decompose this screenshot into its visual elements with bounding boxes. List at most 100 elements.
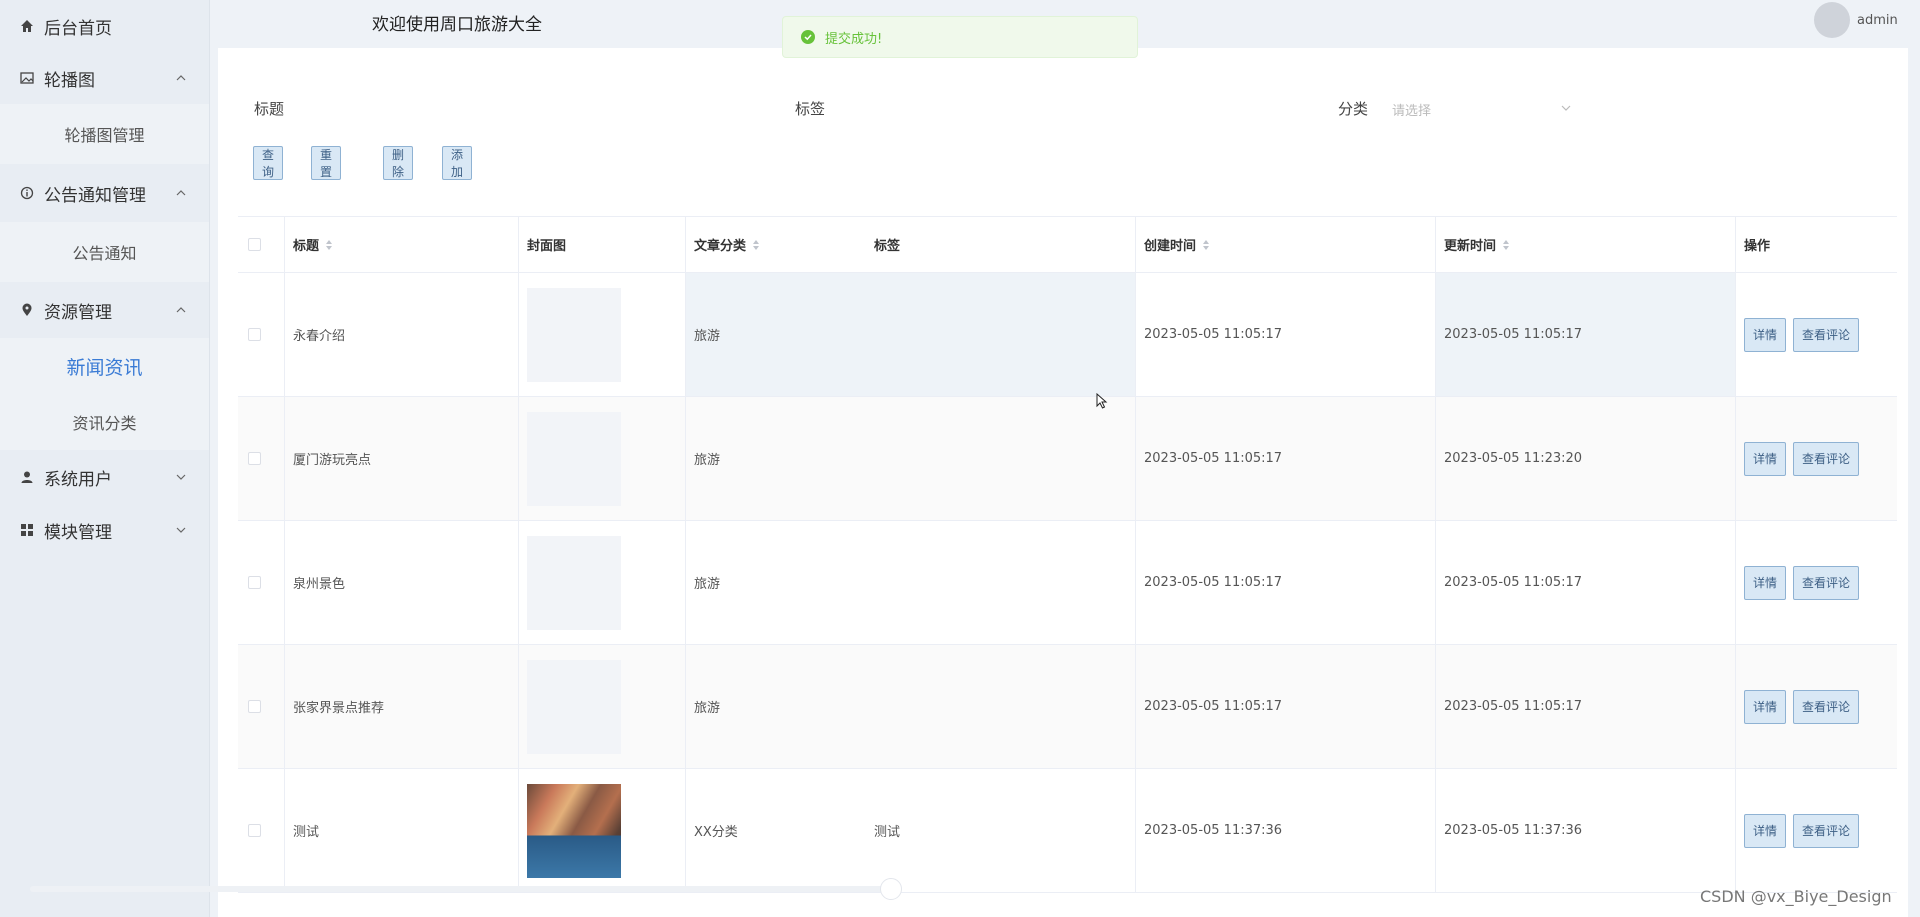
tag-filter-label: 标签: [795, 100, 826, 118]
view-comments-button[interactable]: 查看评论: [1793, 565, 1860, 600]
table-row[interactable]: 厦门游玩亮点 旅游 2023-05-05 11:05:17 2023-05-05 11…: [238, 397, 1897, 521]
table-row[interactable]: 测试 XX分类 测试 2023-05-05 11:37:36 2023-05-05 11…: [238, 769, 1897, 893]
cover-image: [527, 287, 621, 382]
cell-updated: 2023-05-05 11:37:36: [1436, 769, 1736, 892]
query-button[interactable]: 查询: [253, 146, 284, 180]
detail-button[interactable]: 详情: [1744, 441, 1787, 476]
cell-created: 2023-05-05 11:05:17: [1136, 521, 1436, 644]
cell-cover: [519, 397, 686, 520]
category-filter-label: 分类: [1338, 100, 1369, 118]
cell-cover: [519, 645, 686, 768]
chevron-down-icon: [176, 527, 186, 533]
sidebar-item-news-category[interactable]: 资讯分类: [0, 394, 209, 450]
chevron-down-icon[interactable]: [1560, 102, 1572, 114]
cell-category: 旅游: [694, 701, 721, 716]
cell-updated: 2023-05-05 11:23:20: [1436, 397, 1736, 520]
sidebar-item-home[interactable]: 后台首页: [0, 0, 209, 52]
row-checkbox[interactable]: [248, 576, 261, 589]
info-icon: [20, 186, 34, 200]
col-cover: 封面图: [519, 217, 686, 272]
user-name[interactable]: admin: [1857, 13, 1898, 28]
cell-title: 厦门游玩亮点: [285, 397, 519, 520]
reset-button[interactable]: 重置: [311, 146, 342, 180]
detail-button[interactable]: 详情: [1744, 317, 1787, 352]
cell-cover: [519, 521, 686, 644]
row-select-cell: [238, 397, 285, 520]
cell-tag: [866, 397, 1136, 520]
cover-image: [527, 783, 621, 878]
select-all-cell: [238, 217, 285, 272]
col-actions: 操作: [1744, 239, 1771, 254]
avatar[interactable]: [1814, 2, 1850, 38]
view-comments-button[interactable]: 查看评论: [1793, 441, 1860, 476]
check-circle-icon: [801, 30, 815, 44]
grid-icon: [20, 523, 34, 537]
cell-cover: [519, 769, 686, 892]
view-comments-button[interactable]: 查看评论: [1793, 317, 1860, 352]
user-icon: [20, 470, 34, 484]
submenu-banner: 轮播图管理: [0, 104, 209, 164]
cell-updated: 2023-05-05 11:05:17: [1436, 521, 1736, 644]
sidebar-item-resource[interactable]: 资源管理: [0, 282, 209, 338]
cell-created: 2023-05-05 11:37:36: [1136, 769, 1436, 892]
table-row[interactable]: 泉州景色 旅游 2023-05-05 11:05:17 2023-05-05 11:0…: [238, 521, 1897, 645]
select-all-checkbox[interactable]: [248, 238, 261, 251]
col-created[interactable]: 创建时间: [1136, 217, 1436, 272]
view-comments-button[interactable]: 查看评论: [1793, 689, 1860, 724]
cell-title: 测试: [285, 769, 519, 892]
col-updated[interactable]: 更新时间: [1436, 217, 1736, 272]
detail-button[interactable]: 详情: [1744, 689, 1787, 724]
news-table: 标题 封面图 文章分类 标签 创建时间 更新时间 操作 永春介绍 旅游 2023-0…: [238, 216, 1897, 893]
view-comments-button[interactable]: 查看评论: [1793, 813, 1860, 848]
submenu-resource: 新闻资讯 资讯分类: [0, 338, 209, 450]
detail-button[interactable]: 详情: [1744, 813, 1787, 848]
row-select-cell: [238, 273, 285, 396]
sidebar-item-news[interactable]: 新闻资讯: [0, 338, 209, 394]
cell-actions: 详情 查看评论: [1736, 645, 1897, 768]
menu-group-notice: 公告通知管理 公告通知: [0, 164, 209, 282]
row-checkbox[interactable]: [248, 824, 261, 837]
sort-icon[interactable]: [752, 239, 760, 251]
cell-category: XX分类: [694, 825, 738, 840]
row-checkbox[interactable]: [248, 452, 261, 465]
sidebar-item-system-users[interactable]: 系统用户: [0, 450, 209, 504]
sidebar-item-notice[interactable]: 公告通知管理: [0, 164, 209, 222]
category-select[interactable]: 请选择: [1392, 100, 1431, 119]
sidebar-item-banner[interactable]: 轮播图: [0, 52, 209, 104]
sidebar: 后台首页 轮播图 轮播图管理 公告通知管理 公告通知 资源管理 新闻资讯 资讯分…: [0, 0, 210, 917]
sort-icon[interactable]: [1502, 239, 1510, 251]
cell-tag: [866, 273, 1136, 396]
col-category[interactable]: 文章分类: [686, 217, 866, 272]
cell-actions: 详情 查看评论: [1736, 397, 1897, 520]
chevron-up-icon: [176, 190, 186, 196]
location-icon: [20, 303, 34, 317]
sort-icon[interactable]: [1202, 239, 1210, 251]
cell-created: 2023-05-05 11:05:17: [1136, 645, 1436, 768]
sidebar-item-label: 公告通知管理: [44, 185, 146, 206]
sidebar-item-modules[interactable]: 模块管理: [0, 504, 209, 556]
table-body: 永春介绍 旅游 2023-05-05 11:05:17 2023-05-05 11:0…: [238, 273, 1897, 893]
sidebar-item-label: 后台首页: [44, 18, 112, 39]
sidebar-item-banner-manage[interactable]: 轮播图管理: [0, 104, 209, 164]
row-checkbox[interactable]: [248, 328, 261, 341]
scrollbar-handle[interactable]: [880, 878, 902, 900]
cell-tag: [866, 521, 1136, 644]
col-title[interactable]: 标题: [285, 217, 519, 272]
horizontal-scrollbar[interactable]: [30, 886, 890, 892]
sort-icon[interactable]: [325, 239, 333, 251]
sidebar-item-notice-list[interactable]: 公告通知: [0, 222, 209, 282]
success-toast: 提交成功!: [782, 16, 1138, 58]
add-button[interactable]: 添加: [442, 146, 473, 180]
cover-image: [527, 411, 621, 506]
delete-button[interactable]: 删除: [383, 146, 414, 180]
cell-actions: 详情 查看评论: [1736, 273, 1897, 396]
table-row[interactable]: 永春介绍 旅游 2023-05-05 11:05:17 2023-05-05 11:0…: [238, 273, 1897, 397]
detail-button[interactable]: 详情: [1744, 565, 1787, 600]
home-icon: [20, 19, 34, 33]
table-row[interactable]: 张家界景点推荐 旅游 2023-05-05 11:05:17 2023-05-05 1…: [238, 645, 1897, 769]
sidebar-item-label: 系统用户: [44, 469, 112, 490]
page-title: 欢迎使用周口旅游大全: [372, 15, 542, 35]
mouse-cursor-icon: [1096, 393, 1108, 409]
col-tag: 标签: [866, 217, 1136, 272]
row-checkbox[interactable]: [248, 700, 261, 713]
